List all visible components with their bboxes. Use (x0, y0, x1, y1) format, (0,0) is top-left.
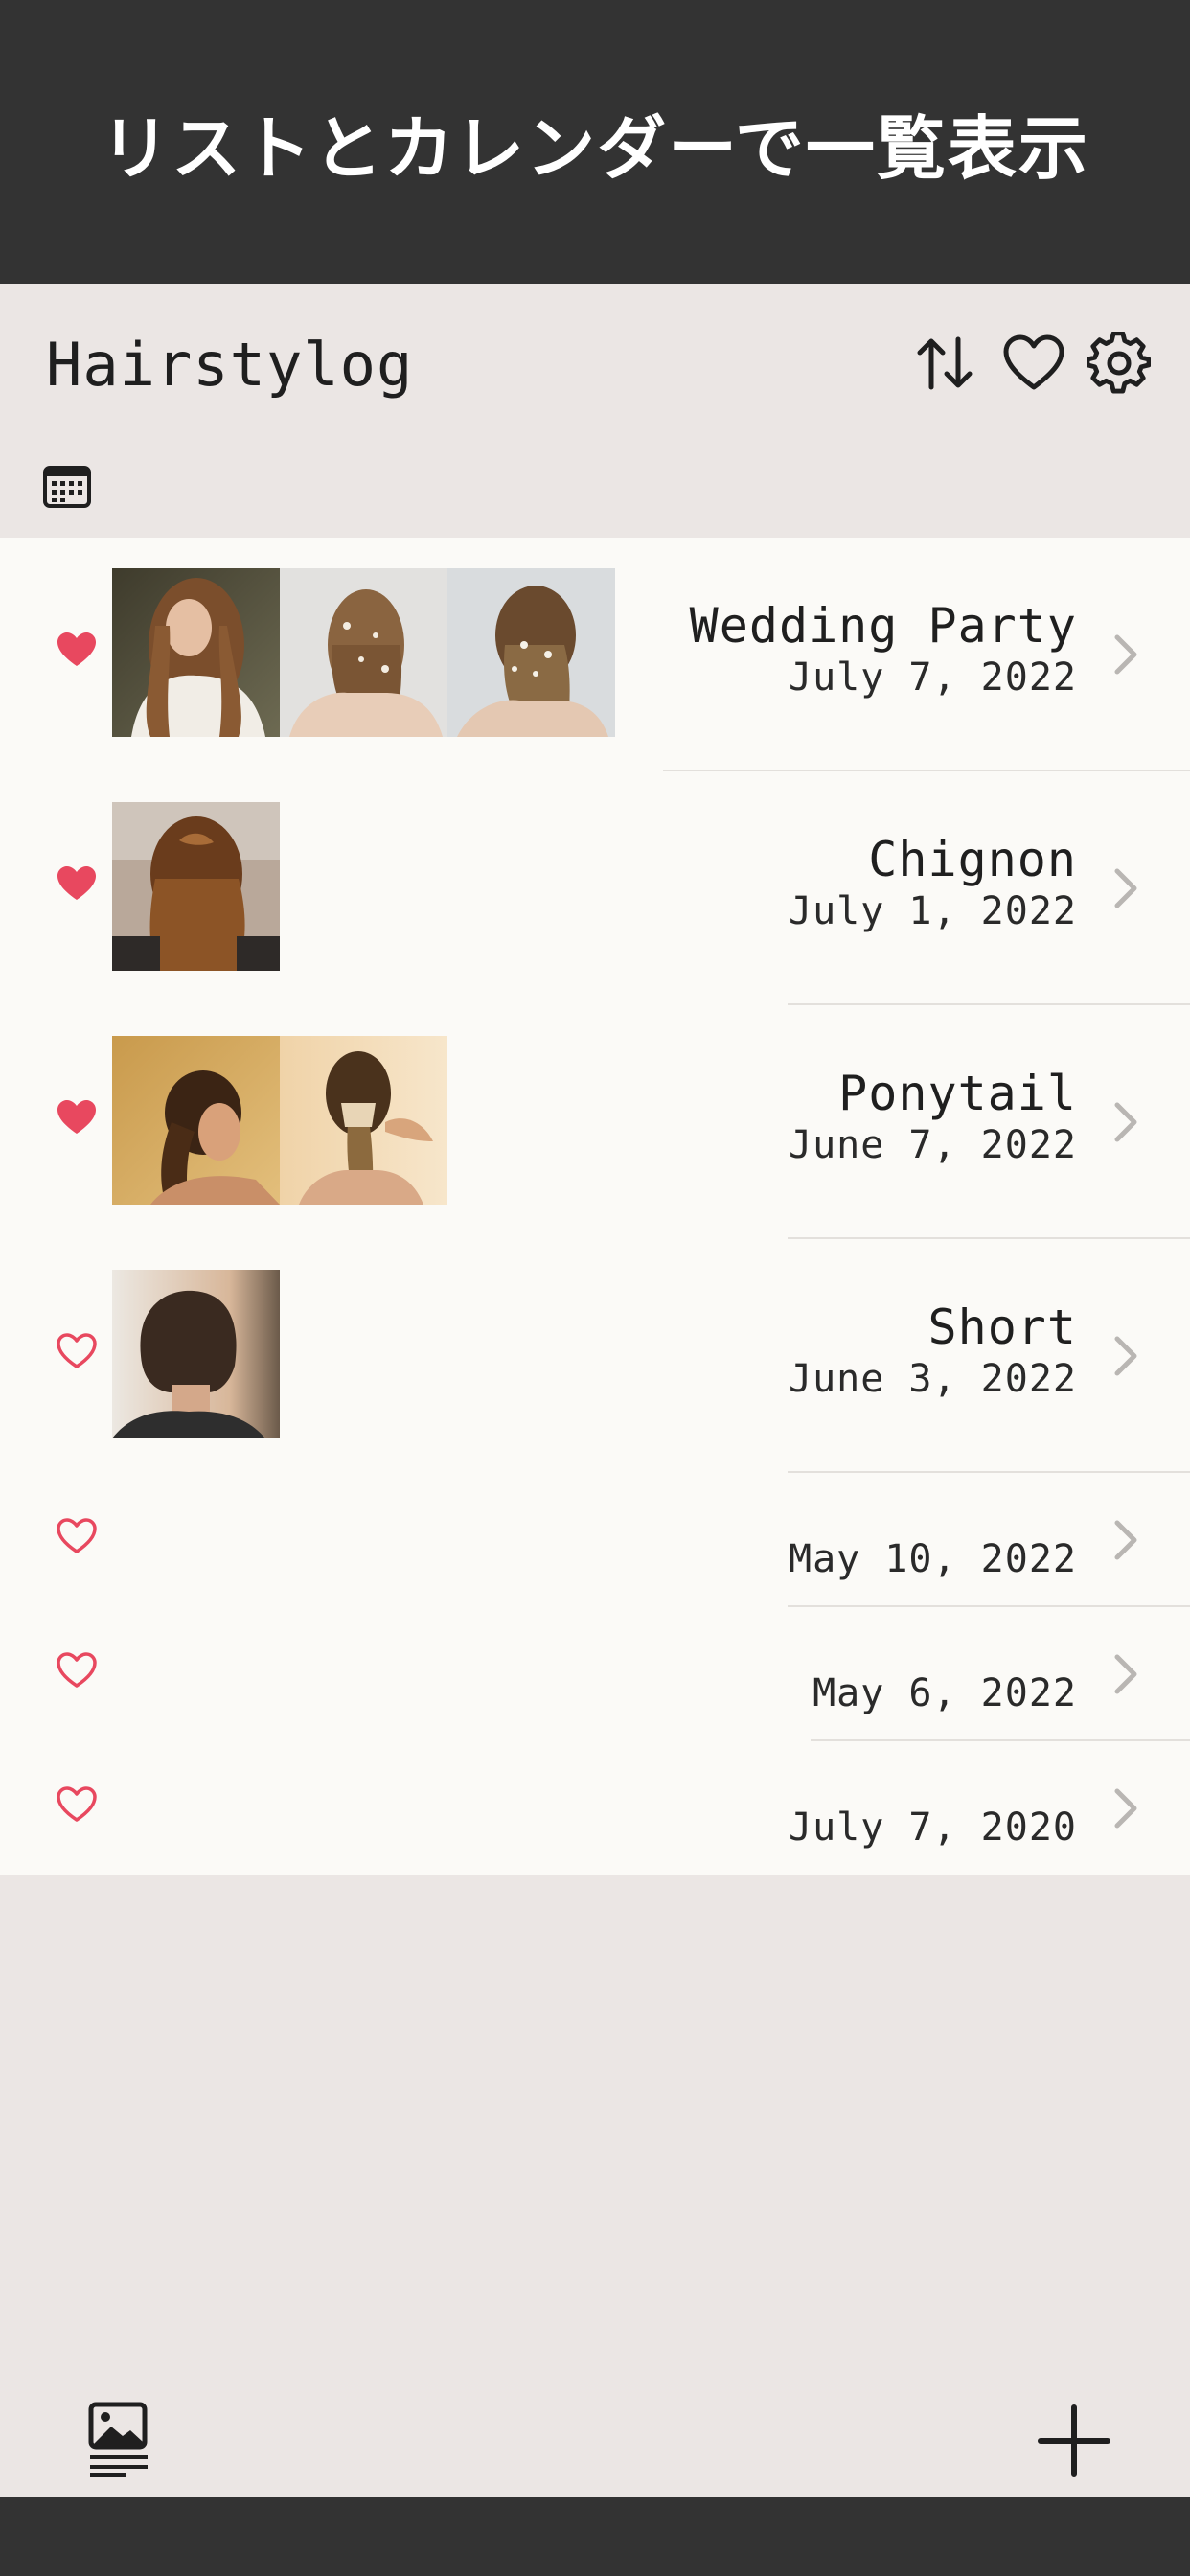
chevron-right-icon (1111, 1333, 1140, 1379)
entry-date: July 1, 2022 (789, 889, 1077, 933)
photo-thumbnail (447, 568, 615, 737)
heart-outline-icon[interactable] (56, 1785, 103, 1833)
entry-name: Wedding Party (689, 598, 1077, 654)
chevron-right-icon (1111, 865, 1140, 911)
entry-meta: May 10, 2022 (789, 1536, 1077, 1582)
entry-meta: July 7, 2020 (789, 1805, 1077, 1851)
entry-name: Short (927, 1300, 1077, 1355)
list-item[interactable]: Ponytail June 7, 2022 (0, 1005, 1190, 1239)
photo-thumbnail (112, 802, 280, 971)
list-item[interactable]: May 6, 2022 (0, 1607, 1190, 1741)
photo-strip (112, 1270, 280, 1438)
entry-list: Wedding Party July 7, 2022 Chignon July … (0, 538, 1190, 1875)
chevron-right-icon (1111, 1785, 1140, 1831)
list-item[interactable]: Wedding Party July 7, 2022 (0, 538, 1190, 771)
list-item[interactable]: Chignon July 1, 2022 (0, 771, 1190, 1005)
entry-date: July 7, 2020 (789, 1806, 1077, 1850)
calendar-icon[interactable] (42, 464, 96, 518)
heart-outline-icon[interactable] (56, 1651, 103, 1699)
entry-date: June 3, 2022 (789, 1357, 1077, 1401)
gear-icon[interactable] (1086, 330, 1153, 397)
heart-filled-icon[interactable] (56, 631, 103, 678)
app-title: Hairstylog (46, 330, 414, 400)
plus-icon (1038, 2404, 1110, 2477)
photo-strip (112, 1036, 447, 1205)
heart-outline-icon[interactable] (56, 1332, 103, 1380)
entry-date: July 7, 2022 (789, 656, 1077, 700)
heart-filled-icon[interactable] (56, 864, 103, 912)
navigation-bar: Hairstylog (0, 284, 1190, 508)
photo-thumbnail (280, 1036, 447, 1205)
entry-meta: Short June 3, 2022 (789, 1299, 1077, 1402)
chevron-right-icon (1111, 632, 1140, 678)
photo-thumbnail (112, 1270, 280, 1438)
entry-meta: Wedding Party July 7, 2022 (690, 597, 1077, 701)
entry-name: Chignon (868, 832, 1077, 887)
photo-thumbnail (112, 1036, 280, 1205)
photo-list-icon[interactable] (88, 2402, 149, 2478)
favorites-heart-icon[interactable] (1000, 330, 1067, 397)
sort-arrows-icon[interactable] (912, 330, 979, 397)
entry-meta: Chignon July 1, 2022 (789, 831, 1077, 934)
photo-thumbnail (280, 568, 447, 737)
add-button[interactable] (1037, 2404, 1111, 2478)
bottom-frame (0, 2497, 1190, 2576)
list-item[interactable]: May 10, 2022 (0, 1473, 1190, 1607)
entry-name: Ponytail (838, 1066, 1077, 1121)
list-item[interactable]: Short June 3, 2022 (0, 1239, 1190, 1473)
photo-strip (112, 568, 615, 737)
entry-date: May 6, 2022 (812, 1671, 1077, 1715)
list-item[interactable]: July 7, 2020 (0, 1741, 1190, 1875)
chevron-right-icon (1111, 1099, 1140, 1145)
app-screen: Hairstylog Wedding Party July 7, 2022 Ch… (0, 284, 1190, 2497)
banner-title: リストとカレンダーで一覧表示 (101, 107, 1089, 189)
entry-meta: Ponytail June 7, 2022 (789, 1065, 1077, 1168)
entry-date: June 7, 2022 (789, 1123, 1077, 1167)
entry-meta: May 6, 2022 (812, 1670, 1077, 1716)
photo-strip (112, 802, 280, 971)
heart-outline-icon[interactable] (56, 1517, 103, 1565)
heart-filled-icon[interactable] (56, 1098, 103, 1146)
chevron-right-icon (1111, 1517, 1140, 1563)
photo-thumbnail (112, 568, 280, 737)
promo-banner: リストとカレンダーで一覧表示 (0, 0, 1190, 284)
chevron-right-icon (1111, 1651, 1140, 1697)
entry-date: May 10, 2022 (789, 1537, 1077, 1581)
